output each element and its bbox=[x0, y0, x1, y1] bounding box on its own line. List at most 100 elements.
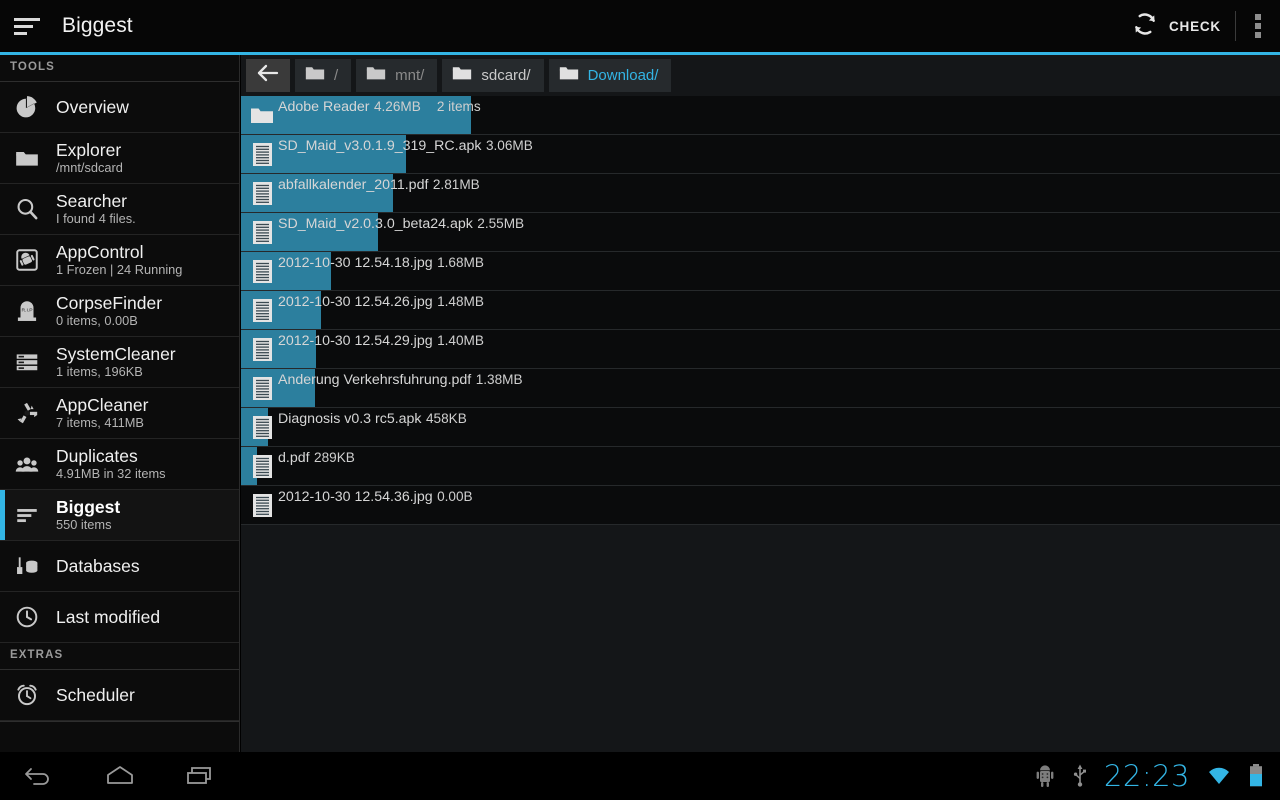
folder-icon bbox=[452, 65, 472, 86]
breadcrumb-item-sdcard[interactable]: sdcard/ bbox=[442, 59, 544, 92]
nav-home-icon[interactable] bbox=[80, 752, 160, 800]
sidebar-section-tools: TOOLS bbox=[0, 55, 239, 81]
file-size: 2.55MB bbox=[477, 216, 525, 231]
sidebar-item-label: CorpseFinder bbox=[56, 293, 163, 313]
arrow-left-icon bbox=[255, 62, 281, 89]
breadcrumb-item-mnt[interactable]: mnt/ bbox=[356, 59, 438, 92]
sidebar-item-scheduler[interactable]: Scheduler bbox=[0, 670, 239, 721]
sidebar-section-extras: EXTRAS bbox=[0, 643, 239, 669]
file-name: 2012-10-30 12.54.18.jpg bbox=[278, 255, 433, 271]
row-text: d.pdf 289KB bbox=[278, 449, 355, 467]
sidebar-item-text: AppControl 1 Frozen | 24 Running bbox=[56, 242, 182, 278]
row-text: Adobe Reader 4.26MB 2 items bbox=[278, 98, 481, 116]
sidebar-item-label: Overview bbox=[56, 97, 129, 117]
breadcrumb-label: Download/ bbox=[587, 67, 659, 84]
battery-icon bbox=[1248, 763, 1264, 789]
sidebar-item-appcleaner[interactable]: AppCleaner 7 items, 411MB bbox=[0, 388, 239, 439]
server-list-icon bbox=[10, 345, 44, 379]
recycle-icon bbox=[10, 396, 44, 430]
sidebar-item-text: Searcher I found 4 files. bbox=[56, 191, 136, 227]
sidebar-item-systemcleaner[interactable]: SystemCleaner 1 items, 196KB bbox=[0, 337, 239, 388]
file-icon bbox=[249, 297, 275, 324]
sidebar-item-label: Explorer bbox=[56, 140, 122, 160]
magnifier-icon bbox=[10, 192, 44, 226]
sidebar-item-corpsefinder[interactable]: R.I.P CorpseFinder 0 items, 0.00B bbox=[0, 286, 239, 337]
file-icon bbox=[249, 258, 275, 285]
overflow-menu-icon[interactable] bbox=[1236, 0, 1280, 52]
sidebar-item-text: CorpseFinder 0 items, 0.00B bbox=[56, 293, 162, 329]
usb-icon bbox=[1072, 763, 1088, 789]
file-size: 4.26MB bbox=[373, 99, 421, 114]
content-panel: / mnt/ sdcard/ Download/ Adobe Reader 4.… bbox=[241, 55, 1280, 752]
breadcrumb-label: / bbox=[334, 67, 339, 84]
selected-indicator bbox=[0, 490, 5, 540]
navigation-drawer: TOOLS Overview Explorer /mnt/sdcard Sear… bbox=[0, 55, 240, 752]
sidebar-item-searcher[interactable]: Searcher I found 4 files. bbox=[0, 184, 239, 235]
row-text: 2012-10-30 12.54.29.jpg 1.40MB bbox=[278, 332, 484, 350]
nav-recents-icon[interactable] bbox=[160, 752, 240, 800]
refresh-icon bbox=[1131, 10, 1159, 43]
sidebar-item-explorer[interactable]: Explorer /mnt/sdcard bbox=[0, 133, 239, 184]
sidebar-item-sublabel: 0 items, 0.00B bbox=[56, 313, 138, 328]
status-icons: 22:23 bbox=[1034, 752, 1280, 800]
table-row[interactable]: SD_Maid_v2.0.3.0_beta24.apk 2.55MB bbox=[241, 213, 1280, 252]
sidebar-item-last-modified[interactable]: Last modified bbox=[0, 592, 239, 643]
file-icon bbox=[249, 219, 275, 246]
row-text: 2012-10-30 12.54.26.jpg 1.48MB bbox=[278, 293, 484, 311]
table-row[interactable]: abfallkalender_2011.pdf 2.81MB bbox=[241, 174, 1280, 213]
file-size: 0.00B bbox=[437, 489, 473, 504]
table-row[interactable]: 2012-10-30 12.54.26.jpg 1.48MB bbox=[241, 291, 1280, 330]
sidebar-item-text: Biggest 550 items bbox=[56, 497, 120, 533]
row-text: SD_Maid_v2.0.3.0_beta24.apk 2.55MB bbox=[278, 215, 524, 233]
sidebar-item-biggest[interactable]: Biggest 550 items bbox=[0, 490, 239, 541]
breadcrumb-back-button[interactable] bbox=[246, 59, 290, 92]
tombstone-icon: R.I.P bbox=[10, 294, 44, 328]
file-meta: 458KB bbox=[426, 411, 467, 426]
file-name: 2012-10-30 12.54.36.jpg bbox=[278, 489, 433, 505]
table-row[interactable]: 2012-10-30 12.54.36.jpg 0.00B bbox=[241, 486, 1280, 525]
file-meta: 1.68MB bbox=[437, 255, 484, 270]
table-row[interactable]: Diagnosis v0.3 rc5.apk 458KB bbox=[241, 408, 1280, 447]
sidebar-item-sublabel: I found 4 files. bbox=[56, 211, 136, 226]
sidebar-item-sublabel: 550 items bbox=[56, 517, 112, 532]
file-icon bbox=[249, 492, 275, 519]
table-row[interactable]: 2012-10-30 12.54.29.jpg 1.40MB bbox=[241, 330, 1280, 369]
sidebar-item-duplicates[interactable]: Duplicates 4.91MB in 32 items bbox=[0, 439, 239, 490]
table-row[interactable]: SD_Maid_v3.0.1.9_319_RC.apk 3.06MB bbox=[241, 135, 1280, 174]
file-size: 1.68MB bbox=[437, 255, 484, 270]
check-button[interactable]: CHECK bbox=[1117, 0, 1235, 52]
file-meta: 2.81MB bbox=[433, 177, 480, 192]
sidebar-item-sublabel: 4.91MB in 32 items bbox=[56, 466, 166, 481]
sidebar-item-overview[interactable]: Overview bbox=[0, 82, 239, 133]
android-box-icon bbox=[10, 243, 44, 277]
sidebar-item-databases[interactable]: Databases bbox=[0, 541, 239, 592]
sidebar-item-appcontrol[interactable]: AppControl 1 Frozen | 24 Running bbox=[0, 235, 239, 286]
file-meta: 4.26MB 2 items bbox=[374, 99, 481, 114]
file-icon bbox=[249, 453, 275, 480]
file-size: 1.48MB bbox=[437, 294, 484, 309]
file-meta: 3.06MB bbox=[486, 138, 533, 153]
file-item-count: 2 items bbox=[436, 99, 481, 114]
file-name: 2012-10-30 12.54.29.jpg bbox=[278, 333, 433, 349]
table-row[interactable]: Anderung Verkehrsfuhrung.pdf 1.38MB bbox=[241, 369, 1280, 408]
folder-icon bbox=[305, 65, 325, 86]
action-bar: Biggest CHECK bbox=[0, 0, 1280, 52]
sidebar-item-sublabel: 7 items, 411MB bbox=[56, 415, 144, 430]
sidebar-item-sublabel: 1 Frozen | 24 Running bbox=[56, 262, 183, 277]
breadcrumb-item-root[interactable]: / bbox=[295, 59, 352, 92]
hamburger-icon[interactable] bbox=[14, 14, 48, 38]
breadcrumb-item-download[interactable]: Download/ bbox=[548, 59, 672, 92]
wifi-icon bbox=[1206, 765, 1232, 787]
row-text: SD_Maid_v3.0.1.9_319_RC.apk 3.06MB bbox=[278, 137, 533, 155]
file-size: 289KB bbox=[314, 450, 355, 465]
table-row[interactable]: d.pdf 289KB bbox=[241, 447, 1280, 486]
sidebar-item-label: AppControl bbox=[56, 242, 144, 262]
file-meta: 1.48MB bbox=[437, 294, 484, 309]
file-name: SD_Maid_v3.0.1.9_319_RC.apk bbox=[278, 138, 482, 154]
nav-back-icon[interactable] bbox=[0, 752, 80, 800]
action-bar-right: CHECK bbox=[1117, 0, 1280, 52]
table-row[interactable]: 2012-10-30 12.54.18.jpg 1.68MB bbox=[241, 252, 1280, 291]
table-row[interactable]: Adobe Reader 4.26MB 2 items bbox=[241, 96, 1280, 135]
sort-size-icon bbox=[10, 498, 44, 532]
file-size: 458KB bbox=[425, 411, 467, 426]
